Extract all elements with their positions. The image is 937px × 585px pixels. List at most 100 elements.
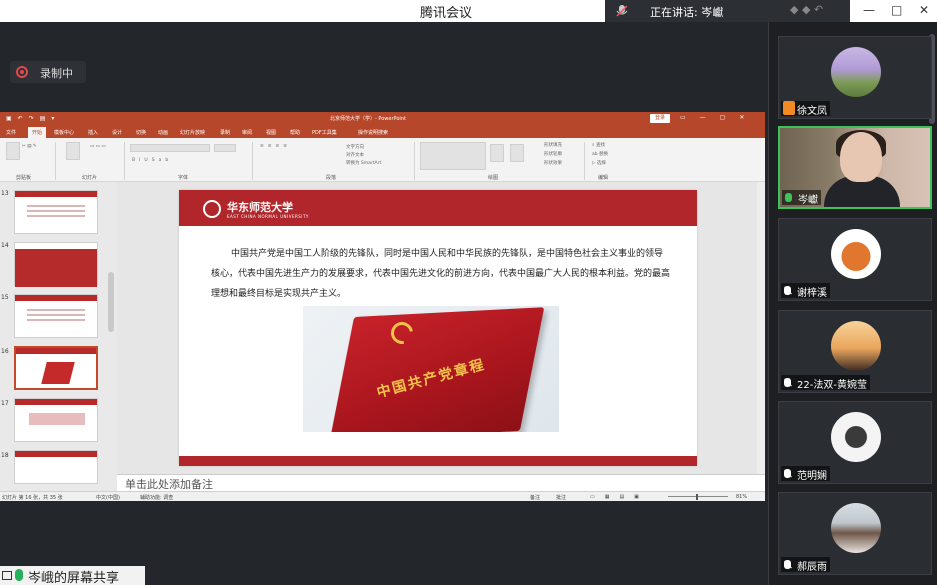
font-size-select[interactable] <box>214 144 236 152</box>
find-button[interactable]: ⌕ 查找 <box>592 142 605 148</box>
replace-button[interactable]: ab 替换 <box>592 151 608 157</box>
participant-tile[interactable]: 22-法双-黄婉莹 <box>778 310 932 393</box>
minimize-button[interactable]: — <box>863 3 875 17</box>
avatar <box>831 412 881 462</box>
speaking-indicator: 正在讲话: 岑巘 ◆ ◆ ↶ <box>605 0 850 22</box>
avatar <box>831 503 881 553</box>
mic-muted-icon <box>784 378 791 387</box>
tab-transitions[interactable]: 切换 <box>136 129 146 136</box>
shapes-gallery[interactable] <box>420 142 486 170</box>
ppt-window-controls[interactable]: ▭—▢✕ <box>680 114 760 121</box>
language-status: 中文(中国) <box>96 495 120 501</box>
participant-tile[interactable]: 范明娴 <box>778 401 932 484</box>
university-name-en: EAST CHINA NORMAL UNIVERSITY <box>227 214 309 219</box>
slide-thumbnail-selected[interactable] <box>14 346 98 390</box>
slide-thumbnail[interactable] <box>14 398 98 442</box>
tab-animations[interactable]: 动画 <box>158 129 168 136</box>
slide-thumbnail[interactable] <box>14 294 98 338</box>
mic-muted-icon <box>784 286 791 295</box>
group-clipboard: 剪贴板 <box>16 175 32 181</box>
share-owner-label: 岑峨的屏幕共享 <box>28 571 120 585</box>
group-slides: 幻灯片 <box>82 175 98 181</box>
tab-record[interactable]: 录制 <box>220 129 230 136</box>
group-font: 字体 <box>178 175 189 181</box>
tab-pdf-tools[interactable]: PDF工具集 <box>312 129 337 136</box>
tab-insert[interactable]: 插入 <box>88 129 98 136</box>
participant-name: 范明娴 <box>797 471 827 482</box>
canvas-scrollbar[interactable] <box>757 182 765 474</box>
thumbnail-scrollbar[interactable] <box>108 272 114 332</box>
ppt-login-button[interactable]: 登录 <box>650 114 670 123</box>
shared-screen-powerpoint: ▣↶↷▤▾ 北京师范大学（学）- PowerPoint 登录 ▭—▢✕ 文件 开… <box>0 112 765 501</box>
comments-button[interactable]: 批注 <box>556 494 566 501</box>
participant-tile[interactable]: 郝辰雨 <box>778 492 932 575</box>
record-icon <box>16 66 28 78</box>
slide-thumbnail[interactable] <box>14 242 98 287</box>
mic-on-icon <box>785 193 792 202</box>
mic-muted-icon <box>784 560 791 569</box>
ppt-file-title: 北京师范大学（学）- PowerPoint <box>330 116 406 122</box>
participant-tile[interactable]: 谢梓溪 <box>778 218 932 301</box>
view-toggle-icons[interactable]: ◆ ◆ ↶ <box>790 3 845 19</box>
slide-body-text: 中国共产党是中国工人阶级的先锋队，同时是中国人民和中华民族的先锋队，是中国特色社… <box>211 249 671 299</box>
maximize-button[interactable]: □ <box>891 3 902 17</box>
slide-thumbnail[interactable] <box>14 190 98 234</box>
mic-muted-icon <box>784 469 791 478</box>
university-logo-icon <box>203 200 221 218</box>
speaker-mic-icon <box>616 5 628 17</box>
notes-button[interactable]: 备注 <box>530 494 540 501</box>
participant-name: 徐文凤 <box>797 106 827 117</box>
participant-name: 岑巘 <box>798 195 818 206</box>
view-mode-icons[interactable]: ▭▦▤▣ <box>590 494 649 500</box>
recording-badge[interactable]: 录制中 <box>10 61 86 83</box>
avatar <box>831 47 881 97</box>
participant-tile[interactable]: 徐文凤 <box>778 36 932 119</box>
party-constitution-photo: 中国共产党章程 <box>303 306 559 432</box>
slide-thumbnail[interactable] <box>14 450 98 484</box>
host-person-icon <box>783 101 795 115</box>
current-slide[interactable]: 华东师范大学 EAST CHINA NORMAL UNIVERSITY 中国共产… <box>179 190 697 466</box>
tab-slideshow[interactable]: 幻灯片放映 <box>180 129 205 136</box>
participant-name: 谢梓溪 <box>797 288 827 299</box>
group-drawing: 绘图 <box>488 175 499 181</box>
zoom-slider[interactable] <box>668 496 728 497</box>
zoom-slider-handle[interactable] <box>696 494 698 500</box>
tab-home[interactable]: 开始 <box>28 127 47 138</box>
title-bar: 腾讯会议 正在讲话: 岑巘 ◆ ◆ ↶ — □ ✕ <box>0 0 937 22</box>
tab-review[interactable]: 审阅 <box>242 129 252 136</box>
close-button[interactable]: ✕ <box>919 3 929 17</box>
paragraph-icons[interactable]: ≡≡≡≡ <box>260 144 291 149</box>
ppt-status-bar: 幻灯片 第 16 张，共 35 张 中文(中国) 辅助功能: 调查 备注 批注 … <box>0 491 765 501</box>
participant-tile-speaking[interactable]: 岑巘 <box>778 126 932 209</box>
participant-panel: 徐文凤 岑巘 谢梓溪 22-法双-黄婉莹 范明娴 郝辰雨 <box>768 22 937 585</box>
quick-styles-icon[interactable] <box>510 144 524 162</box>
quick-access-icons[interactable]: ▣↶↷▤▾ <box>6 115 60 122</box>
participant-name: 22-法双-黄婉莹 <box>797 380 867 391</box>
ppt-ribbon-tabs: 文件 开始 模板中心 插入 设计 切换 动画 幻灯片放映 录制 审阅 视图 帮助… <box>0 126 765 138</box>
arrange-icon[interactable] <box>490 144 504 162</box>
tab-help[interactable]: 帮助 <box>290 129 300 136</box>
new-slide-icon[interactable] <box>66 142 80 160</box>
avatar <box>831 321 881 371</box>
group-paragraph: 段落 <box>326 175 337 181</box>
zoom-level[interactable]: 81% <box>736 494 747 500</box>
tab-file[interactable]: 文件 <box>6 129 16 136</box>
font-format-icons[interactable]: BIUSab <box>132 158 172 163</box>
university-name-cn: 华东师范大学 <box>227 201 293 214</box>
tab-view[interactable]: 视图 <box>266 129 276 136</box>
select-button[interactable]: ▷ 选择 <box>592 160 606 166</box>
tab-template[interactable]: 模板中心 <box>54 129 74 136</box>
tab-design[interactable]: 设计 <box>112 129 122 136</box>
slide-editing-canvas: 华东师范大学 EAST CHINA NORMAL UNIVERSITY 中国共产… <box>117 182 765 474</box>
window-controls: — □ ✕ <box>855 0 937 22</box>
accessibility-status[interactable]: 辅助功能: 调查 <box>140 494 173 501</box>
font-family-select[interactable] <box>130 144 210 152</box>
app-title: 腾讯会议 <box>420 6 473 21</box>
avatar <box>831 229 881 279</box>
screen-share-label: 岑峨的屏幕共享 <box>0 566 145 585</box>
tab-tell-me[interactable]: 操作说明搜索 <box>358 129 388 136</box>
notes-pane[interactable]: 单击此处添加备注 <box>117 474 765 491</box>
slide-thumbnail-pane: 13 14 15 16 17 18 <box>0 182 117 491</box>
speaking-prefix: 正在讲话: <box>650 6 698 19</box>
paste-icon[interactable] <box>6 142 20 160</box>
